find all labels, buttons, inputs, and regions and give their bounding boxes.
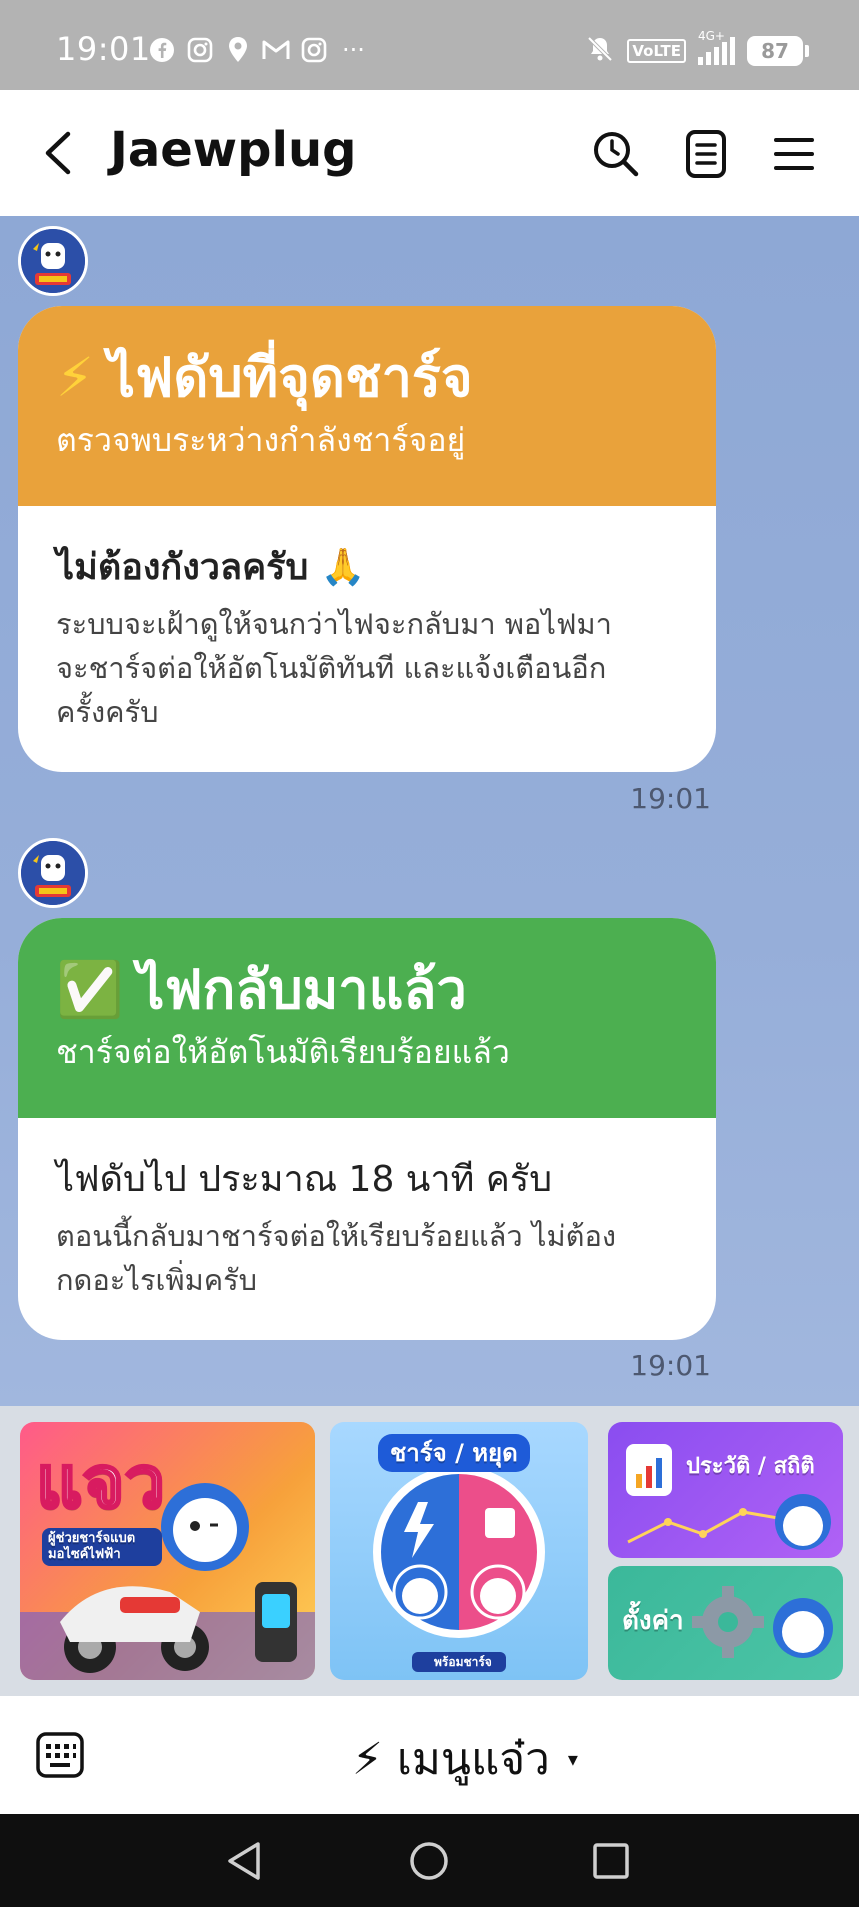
card-subtitle: ตรวจพบระหว่างกำลังชาร์จอยู่ (56, 421, 466, 459)
search-icon[interactable] (590, 128, 642, 180)
chat-area[interactable]: ⚡ ไฟดับที่จุดชาร์จ ตรวจพบระหว่างกำลังชาร์… (0, 216, 859, 1406)
system-nav-bar (0, 1814, 859, 1907)
message-timestamp: 19:01 (630, 1349, 711, 1382)
message-card-power-restored[interactable]: ✅ ไฟกลับมาแล้ว ชาร์จต่อให้อัตโนมัติเรียบร… (18, 918, 716, 1340)
message-card-power-outage[interactable]: ⚡ ไฟดับที่จุดชาร์จ ตรวจพบระหว่างกำลังชาร์… (18, 306, 716, 772)
back-icon[interactable] (38, 126, 78, 180)
card-body-title: ไฟดับไป ประมาณ 18 นาที ครับ (56, 1159, 553, 1200)
chat-title: Jaewplug (110, 122, 357, 178)
rich-menu-charge-stop[interactable]: ชาร์จ / หยุด พร้อมชาร์จ (330, 1422, 588, 1680)
tile-subtitle: ผู้ช่วยชาร์จแบต มอไซค์ไฟฟ้า (42, 1528, 162, 1566)
rich-menu-home[interactable]: แจว ผู้ช่วยชาร์จแบต มอไซค์ไฟฟ้า (20, 1422, 315, 1680)
bottom-bar: ⚡ เมนูแจ๋ว ▾ (0, 1696, 859, 1814)
message-timestamp: 19:01 (630, 782, 711, 815)
more-notifications-icon: ··· (342, 36, 365, 64)
card-body-text: ระบบจะเฝ้าดูให้จนกว่าไฟจะกลับมา พอไฟมา จ… (56, 607, 612, 729)
keyboard-icon[interactable] (36, 1732, 84, 1778)
instagram-icon (186, 36, 214, 64)
notification-icons: ··· (148, 36, 365, 64)
rich-menu-settings[interactable]: ตั้งค่า (608, 1566, 843, 1680)
tile-title: แจว (34, 1440, 166, 1524)
network-type: 4G+ (698, 29, 725, 43)
card-body: ไม่ต้องกังวลครับ 🙏 ระบบจะเฝ้าดูให้จนกว่า… (18, 506, 716, 772)
nav-home-icon[interactable] (404, 1836, 454, 1886)
notes-icon[interactable] (680, 128, 732, 180)
instagram-icon (300, 36, 328, 64)
card-header: ✅ ไฟกลับมาแล้ว ชาร์จต่อให้อัตโนมัติเรียบร… (18, 918, 716, 1118)
rich-menu: แจว ผู้ช่วยชาร์จแบต มอไซค์ไฟฟ้า ชาร์จ / … (0, 1406, 859, 1696)
system-icons: VoLTE 4G+ 87 (585, 29, 809, 68)
bot-avatar[interactable] (18, 838, 88, 908)
tile-title: ชาร์จ / หยุด (378, 1434, 530, 1472)
rich-menu-label: ⚡ เมนูแจ๋ว (352, 1734, 550, 1785)
nav-back-icon[interactable] (220, 1836, 270, 1886)
gmail-icon (262, 36, 290, 64)
volte-badge: VoLTE (627, 39, 686, 63)
tile-title: ตั้งค่า (622, 1606, 684, 1636)
tile-title: ประวัติ / สถิติ (686, 1454, 815, 1479)
rich-menu-toggle[interactable]: ⚡ เมนูแจ๋ว ▾ (352, 1724, 578, 1794)
battery-indicator: 87 (747, 36, 809, 66)
card-title: ไฟกลับมาแล้ว (137, 958, 467, 1021)
card-title: ไฟดับที่จุดชาร์จ (107, 346, 473, 409)
status-badge: พร้อมชาร์จ (434, 1655, 492, 1669)
menu-icon[interactable] (768, 128, 820, 180)
lightning-icon: ⚡ (56, 346, 94, 409)
status-time: 19:01 (56, 30, 151, 68)
chevron-down-icon: ▾ (567, 1747, 578, 1771)
card-body: ไฟดับไป ประมาณ 18 นาที ครับ ตอนนี้กลับมา… (18, 1118, 716, 1340)
card-body-title: ไม่ต้องกังวลครับ 🙏 (56, 547, 366, 588)
signal-icon: 4G+ (698, 29, 735, 65)
check-icon: ✅ (56, 958, 124, 1021)
card-subtitle: ชาร์จต่อให้อัตโนมัติเรียบร้อยแล้ว (56, 1033, 510, 1071)
mute-icon (585, 34, 615, 68)
status-bar: 19:01 ··· VoLTE 4G+ 87 (0, 0, 859, 90)
facebook-icon (148, 36, 176, 64)
card-header: ⚡ ไฟดับที่จุดชาร์จ ตรวจพบระหว่างกำลังชาร์… (18, 306, 716, 506)
history-stats-illustration (626, 1444, 831, 1550)
card-body-text: ตอนนี้กลับมาชาร์จต่อให้เรียบร้อยแล้ว ไม่… (56, 1219, 617, 1297)
bot-avatar[interactable] (18, 226, 88, 296)
rich-menu-history-stats[interactable]: ประวัติ / สถิติ (608, 1422, 843, 1558)
nav-recents-icon[interactable] (586, 1836, 636, 1886)
location-icon (224, 36, 252, 64)
chat-header: Jaewplug (0, 90, 859, 216)
